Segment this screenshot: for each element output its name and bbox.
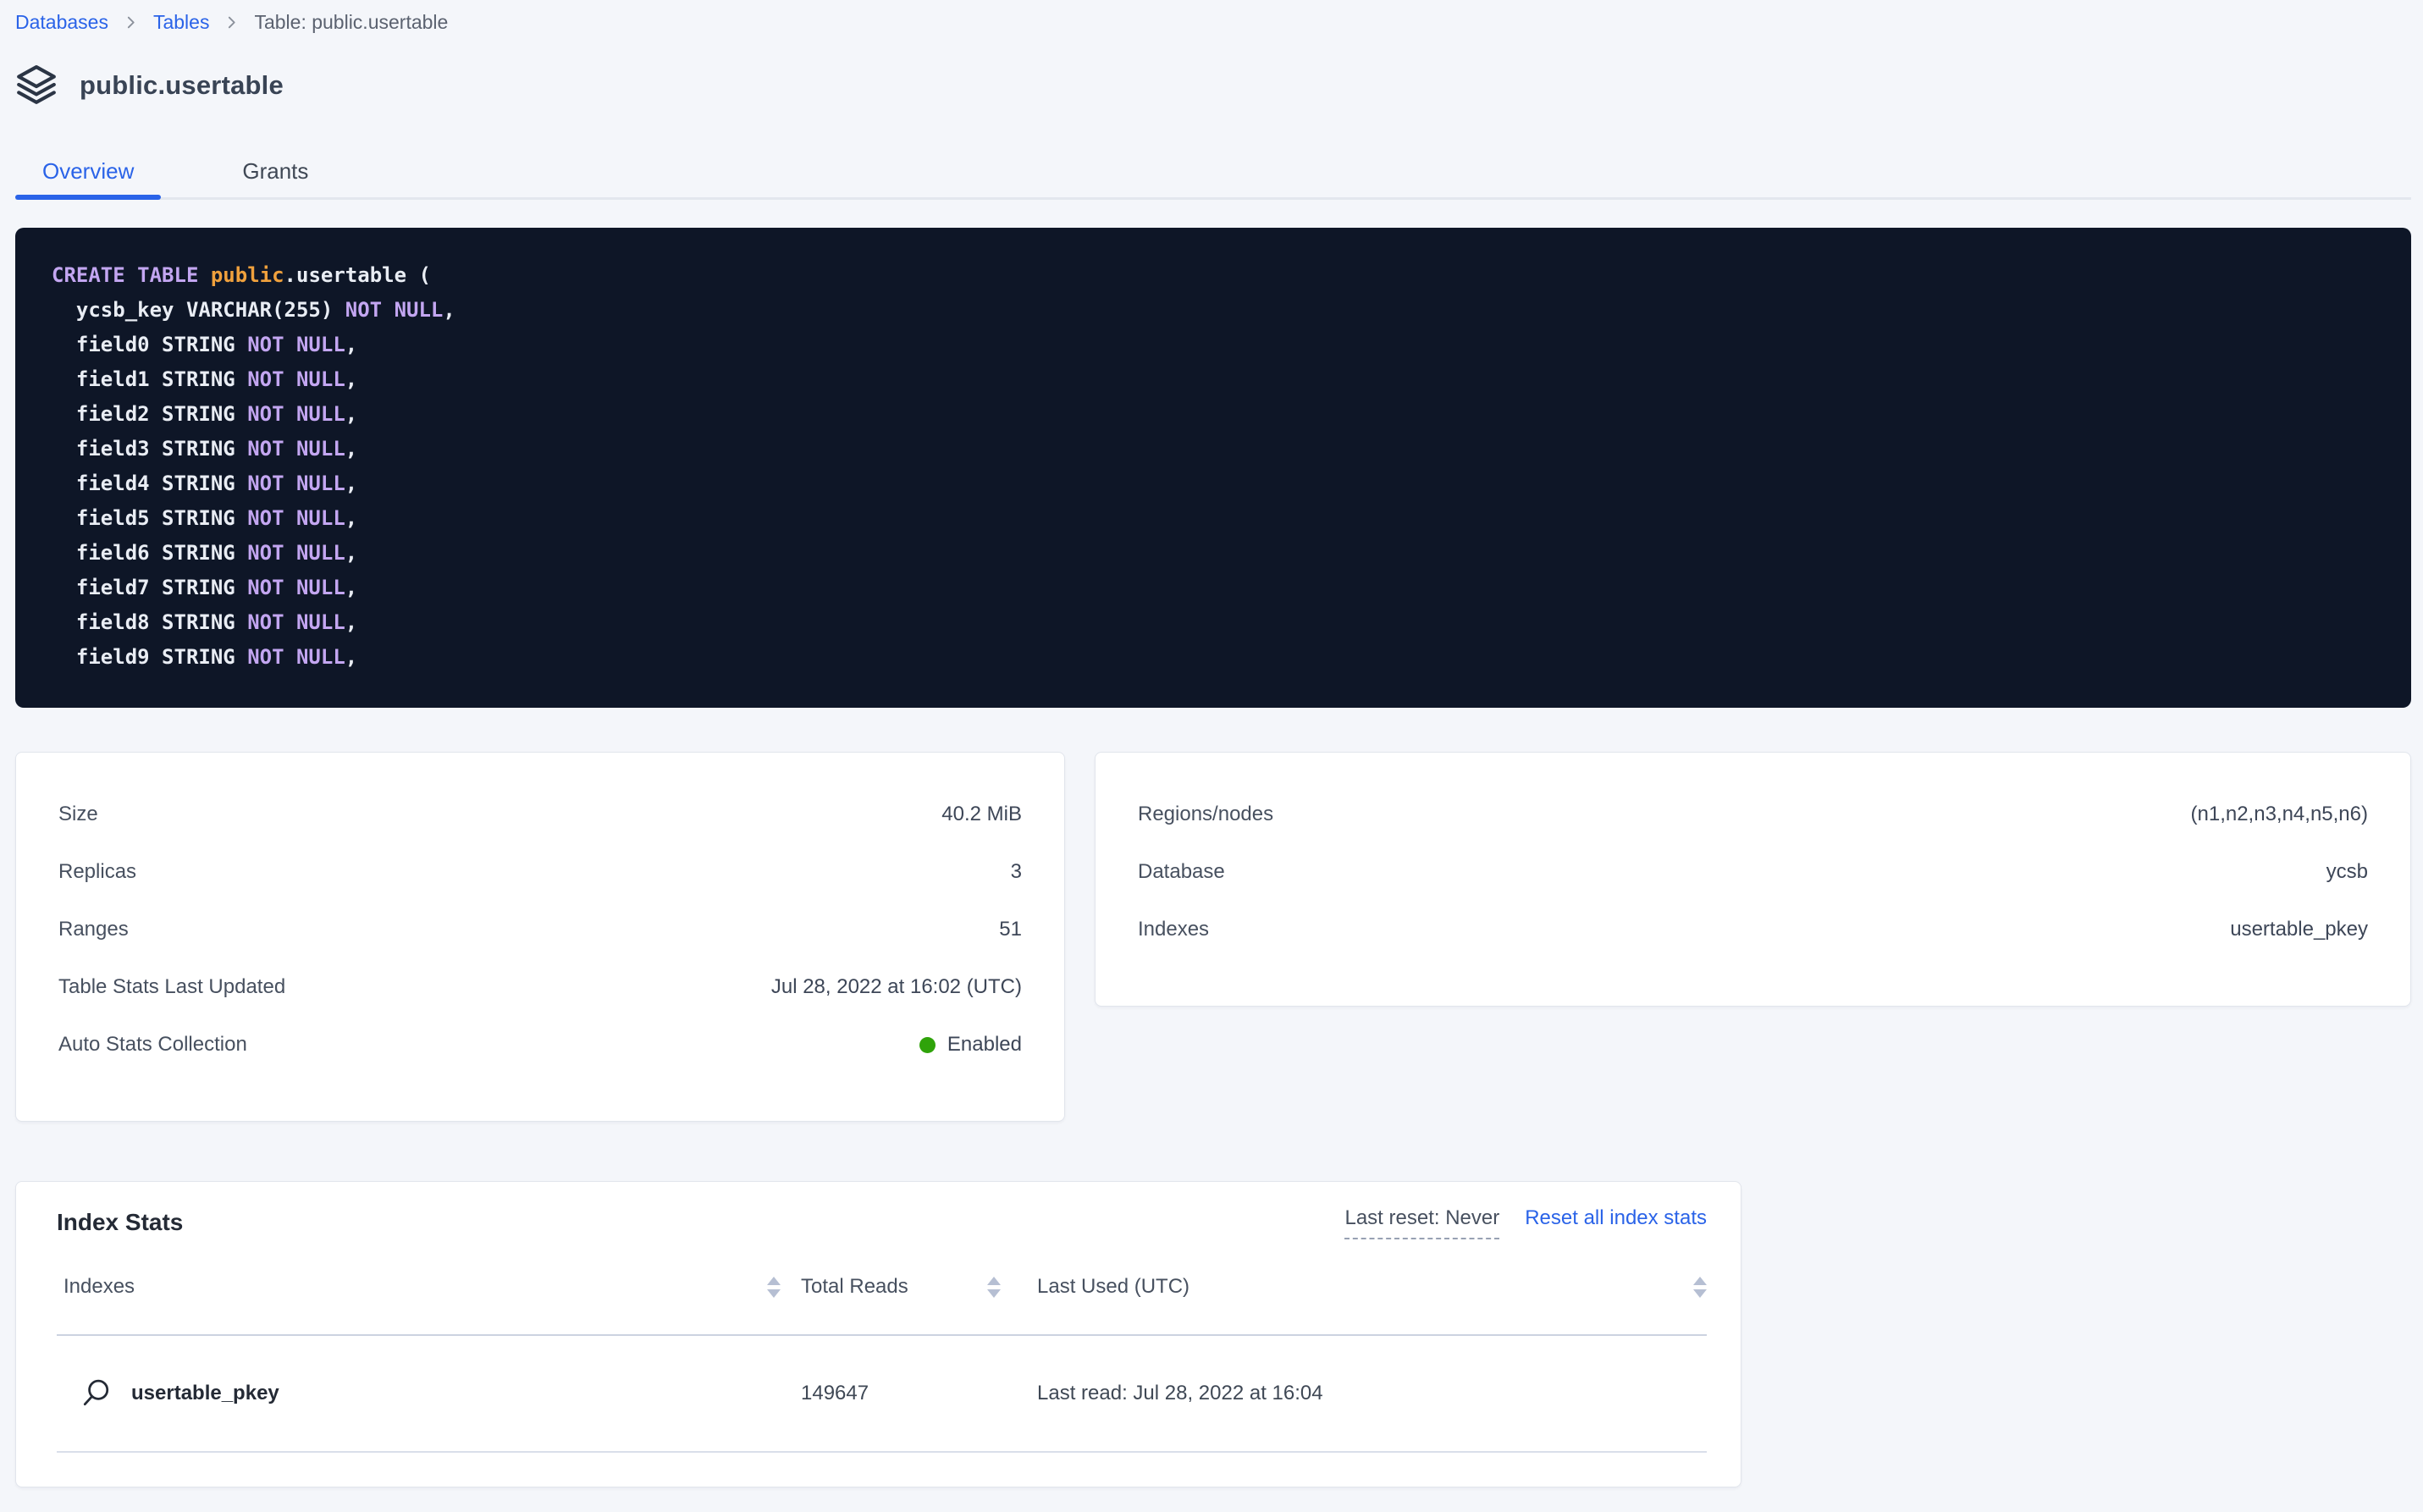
index-stats-actions: Last reset: Never Reset all index stats (1344, 1206, 1707, 1239)
stat-row: Databaseycsb (1138, 843, 2368, 901)
chevron-right-icon (224, 15, 239, 30)
last-used-cell: Last read: Jul 28, 2022 at 16:04 (1001, 1382, 1707, 1405)
stat-label: Size (58, 803, 941, 826)
stat-row: Auto Stats CollectionEnabled (58, 1016, 1022, 1073)
stat-row: Ranges51 (58, 901, 1022, 958)
index-name-link[interactable]: usertable_pkey (131, 1382, 279, 1405)
chevron-right-icon (124, 15, 138, 30)
status-dot-green (919, 1037, 936, 1053)
total-reads-cell: 149647 (781, 1382, 1001, 1405)
table-stats-card: Size40.2 MiBReplicas3Ranges51Table Stats… (15, 752, 1065, 1122)
reset-all-index-stats-link[interactable]: Reset all index stats (1525, 1206, 1707, 1230)
sql-code-line: CREATE TABLE public.usertable ( (52, 258, 2394, 293)
page-title: public.usertable (80, 70, 284, 101)
sql-code-line: field9 STRING NOT NULL, (52, 640, 2394, 675)
stat-value: usertable_pkey (2230, 918, 2368, 941)
table-layers-icon (15, 64, 58, 107)
sql-code-line: field0 STRING NOT NULL, (52, 328, 2394, 362)
stat-row: Replicas3 (58, 843, 1022, 901)
sort-desc-arrow (1693, 1289, 1707, 1298)
sort-asc-arrow (1693, 1277, 1707, 1285)
create-table-sql-box: CREATE TABLE public.usertable ( ycsb_key… (15, 228, 2411, 708)
table-info-card: Regions/nodes(n1,n2,n3,n4,n5,n6)Database… (1095, 752, 2411, 1007)
table-details-page: Databases Tables Table: public.usertable p… (0, 0, 2423, 1487)
index-stats-row: usertable_pkey 149647Last read: Jul 28, 2… (57, 1336, 1707, 1453)
stat-label: Indexes (1138, 918, 2230, 941)
magnifier-icon (80, 1378, 111, 1409)
sql-code-line: field3 STRING NOT NULL, (52, 432, 2394, 466)
stat-value: 40.2 MiB (941, 803, 1022, 826)
sql-code-line: ycsb_key VARCHAR(255) NOT NULL, (52, 293, 2394, 328)
sort-asc-arrow (987, 1277, 1001, 1285)
breadcrumb: Databases Tables Table: public.usertable (15, 0, 2411, 32)
index-stats-table-body: usertable_pkey 149647Last read: Jul 28, 2… (57, 1336, 1707, 1453)
index-stats-header: Index Stats Last reset: Never Reset all … (16, 1182, 1741, 1239)
sql-code-line: field6 STRING NOT NULL, (52, 536, 2394, 571)
sql-code-line: field7 STRING NOT NULL, (52, 571, 2394, 605)
sql-code-line: field5 STRING NOT NULL, (52, 501, 2394, 536)
sql-code-line: field2 STRING NOT NULL, (52, 397, 2394, 432)
stat-value: Jul 28, 2022 at 16:02 (UTC) (771, 975, 1022, 999)
sort-asc-arrow (767, 1277, 781, 1285)
breadcrumb-item-databases[interactable]: Databases (15, 11, 108, 34)
stat-row: Table Stats Last UpdatedJul 28, 2022 at … (58, 958, 1022, 1016)
stat-value: 51 (999, 918, 1022, 941)
column-header-label: Indexes (63, 1275, 135, 1299)
stat-row: Size40.2 MiB (58, 786, 1022, 843)
stat-label: Database (1138, 860, 2326, 884)
stat-value: 3 (1011, 860, 1022, 884)
stat-label: Ranges (58, 918, 999, 941)
tab-grants[interactable]: Grants (215, 146, 335, 197)
column-header-indexes[interactable]: Indexes (57, 1275, 781, 1299)
last-reset-label[interactable]: Last reset: Never (1344, 1206, 1499, 1239)
sort-desc-arrow (987, 1289, 1001, 1298)
stat-value: Enabled (919, 1033, 1022, 1057)
column-header-total-reads[interactable]: Total Reads (781, 1275, 1001, 1299)
tab-overview[interactable]: Overview (15, 146, 161, 197)
stat-label: Replicas (58, 860, 1011, 884)
sort-icon[interactable] (987, 1277, 1001, 1298)
sql-code-line: field4 STRING NOT NULL, (52, 466, 2394, 501)
stat-label: Auto Stats Collection (58, 1033, 919, 1057)
index-stats-card: Index Stats Last reset: Never Reset all … (15, 1181, 1741, 1487)
breadcrumb-item-tables[interactable]: Tables (153, 11, 209, 34)
index-name-cell[interactable]: usertable_pkey (57, 1378, 781, 1409)
column-header-label: Total Reads (801, 1275, 908, 1299)
column-header-last-used-utc-[interactable]: Last Used (UTC) (1001, 1275, 1707, 1299)
stat-row: Regions/nodes(n1,n2,n3,n4,n5,n6) (1138, 786, 2368, 843)
index-stats-title: Index Stats (57, 1206, 183, 1239)
breadcrumb-item-table-public-usertable: Table: public.usertable (254, 11, 448, 34)
sort-icon[interactable] (1693, 1277, 1707, 1298)
sort-desc-arrow (767, 1289, 781, 1298)
stat-value: (n1,n2,n3,n4,n5,n6) (2191, 803, 2369, 826)
stat-label: Regions/nodes (1138, 803, 2191, 826)
sql-code-line: field1 STRING NOT NULL, (52, 362, 2394, 397)
overview-cards-row: Size40.2 MiBReplicas3Ranges51Table Stats… (15, 752, 2411, 1122)
index-stats-table-header: Indexes Total Reads Last Used (UTC) (57, 1239, 1707, 1336)
page-title-bar: public.usertable (15, 63, 2411, 108)
index-stats-table: Indexes Total Reads Last Used (UTC) userta… (57, 1239, 1707, 1453)
stat-value: ycsb (2326, 860, 2368, 884)
stat-label: Table Stats Last Updated (58, 975, 771, 999)
tab-bar: Overview Grants (15, 146, 2411, 200)
column-header-label: Last Used (UTC) (1037, 1275, 1189, 1299)
sql-code-line: field8 STRING NOT NULL, (52, 605, 2394, 640)
stat-row: Indexesusertable_pkey (1138, 901, 2368, 958)
sort-icon[interactable] (767, 1277, 781, 1298)
